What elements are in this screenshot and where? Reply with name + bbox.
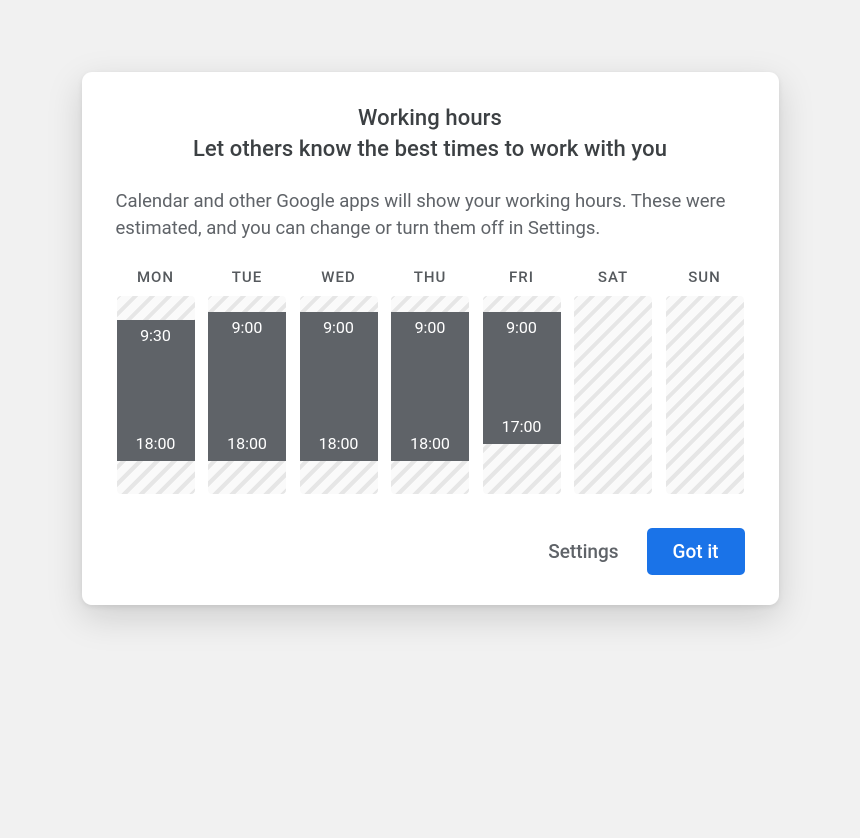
day-label: THU (414, 268, 447, 286)
settings-button[interactable]: Settings (542, 532, 624, 571)
day-bar (574, 296, 652, 494)
day-label: WED (321, 268, 355, 286)
day-column-wed: WED 9:00 18:00 (299, 268, 379, 494)
day-column-sun: SUN (665, 268, 745, 494)
day-column-tue: TUE 9:00 18:00 (207, 268, 287, 494)
working-hours-block: 9:00 18:00 (391, 312, 469, 461)
day-bar: 9:00 18:00 (300, 296, 378, 494)
day-label: TUE (232, 268, 262, 286)
work-end-time: 18:00 (208, 434, 286, 453)
day-bar: 9:00 18:00 (208, 296, 286, 494)
work-end-time: 18:00 (391, 434, 469, 453)
day-column-fri: FRI 9:00 17:00 (482, 268, 562, 494)
got-it-button[interactable]: Got it (647, 528, 745, 575)
work-end-time: 18:00 (300, 434, 378, 453)
day-bar (666, 296, 744, 494)
working-hours-block: 9:00 17:00 (483, 312, 561, 444)
day-label: SUN (688, 268, 721, 286)
dialog-title: Working hours (116, 106, 745, 131)
day-label: FRI (509, 268, 534, 286)
work-start-time: 9:00 (208, 318, 286, 337)
dialog-subtitle: Let others know the best times to work w… (116, 137, 745, 162)
dialog-actions: Settings Got it (116, 528, 745, 575)
day-bar: 9:00 17:00 (483, 296, 561, 494)
day-bar: 9:00 18:00 (391, 296, 469, 494)
day-column-sat: SAT (573, 268, 653, 494)
day-label: SAT (598, 268, 628, 286)
work-start-time: 9:00 (483, 318, 561, 337)
work-start-time: 9:30 (117, 326, 195, 345)
work-end-time: 18:00 (117, 434, 195, 453)
day-bar: 9:30 18:00 (117, 296, 195, 494)
day-label: MON (137, 268, 174, 286)
working-hours-block: 9:00 18:00 (300, 312, 378, 461)
work-start-time: 9:00 (391, 318, 469, 337)
day-column-mon: MON 9:30 18:00 (116, 268, 196, 494)
work-start-time: 9:00 (300, 318, 378, 337)
day-column-thu: THU 9:00 18:00 (390, 268, 470, 494)
working-hours-block: 9:30 18:00 (117, 320, 195, 460)
working-hours-dialog: Working hours Let others know the best t… (82, 72, 779, 605)
working-hours-block: 9:00 18:00 (208, 312, 286, 461)
dialog-description: Calendar and other Google apps will show… (116, 188, 745, 242)
work-end-time: 17:00 (483, 417, 561, 436)
week-schedule: MON 9:30 18:00 TUE 9:00 18:00 WED (116, 268, 745, 494)
